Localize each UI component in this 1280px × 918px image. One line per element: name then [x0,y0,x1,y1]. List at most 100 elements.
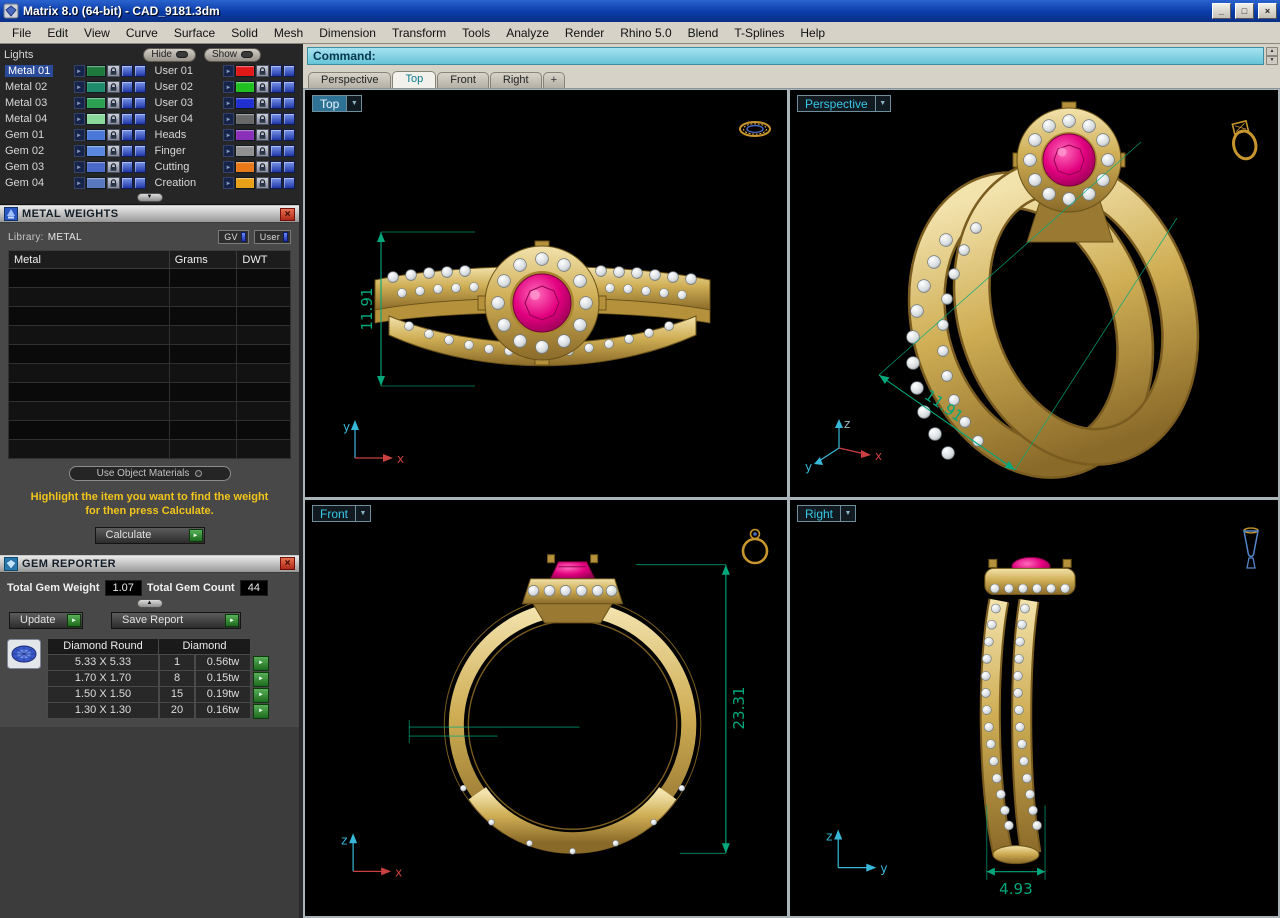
layer-expand-arrow-icon[interactable]: ► [223,65,234,77]
layer-expand-arrow-icon[interactable]: ► [223,129,234,141]
close-icon[interactable]: × [280,207,295,221]
chevron-down-icon[interactable]: ▼ [875,95,891,112]
layer-expand-arrow-icon[interactable]: ► [73,129,85,141]
update-button[interactable]: Update ► [9,611,83,629]
menu-item-surface[interactable]: Surface [166,24,223,42]
maximize-button[interactable]: □ [1235,3,1254,19]
command-input[interactable]: Command: [307,47,1264,65]
layer-color-swatch[interactable] [235,177,255,189]
menu-item-render[interactable]: Render [557,24,612,42]
gem-column-diamond[interactable]: Diamond [159,637,251,655]
menu-item-mesh[interactable]: Mesh [266,24,311,42]
metal-table-row[interactable] [8,420,291,440]
collapse-arrow-icon[interactable]: ▼ [136,193,163,202]
column-header-dwt[interactable]: DWT [236,250,291,269]
layer-visibility-toggle[interactable] [270,113,282,125]
layer-label[interactable]: Metal 04 [5,113,47,125]
layer-heads[interactable]: Heads ► [150,127,300,143]
layer-label[interactable]: Gem 02 [5,145,44,157]
layer-metal-03[interactable]: Metal 03 ► [0,95,150,111]
layer-visibility-toggle[interactable] [270,145,282,157]
tab-perspective[interactable]: Perspective [308,72,392,88]
viewport-perspective[interactable]: Perspective ▼ 11.91 z y x [790,90,1278,497]
hide-button[interactable]: Hide [143,47,196,62]
layer-lock-icon[interactable] [106,161,120,173]
layer-user-01[interactable]: User 01 ► [150,63,300,79]
layer-color-swatch[interactable] [85,81,106,93]
layer-visibility-toggle[interactable] [270,97,282,109]
layer-render-toggle[interactable] [133,177,146,189]
minimize-button[interactable]: _ [1212,3,1231,19]
layer-visibility-toggle[interactable] [270,129,282,141]
gem-table-row[interactable]: 1.30 X 1.30 20 0.16tw ► [47,702,269,719]
collapse-arrow-icon[interactable]: ▲ [136,598,163,608]
layer-color-swatch[interactable] [85,129,106,141]
viewport-title-top[interactable]: Top [312,95,348,112]
layer-expand-arrow-icon[interactable]: ► [73,97,85,109]
tab-right[interactable]: Right [489,72,542,88]
layer-lock-icon[interactable] [256,113,269,125]
metal-table-row[interactable] [8,363,291,383]
layer-gem-01[interactable]: Gem 01 ► [0,127,150,143]
layer-expand-arrow-icon[interactable]: ► [73,81,85,93]
menu-item-t-splines[interactable]: T-Splines [726,24,792,42]
layer-color-swatch[interactable] [85,65,106,77]
viewport-title-front[interactable]: Front [312,505,357,522]
layer-expand-arrow-icon[interactable]: ► [73,65,85,77]
viewport-front-canvas[interactable]: 23.31 z x [305,500,787,916]
layer-render-toggle[interactable] [283,113,295,125]
layer-metal-02[interactable]: Metal 02 ► [0,79,150,95]
viewport-right[interactable]: Right ▼ 4.93 z y [790,500,1278,916]
layer-cutting[interactable]: Cutting ► [150,159,300,175]
chevron-down-icon[interactable]: ▼ [841,505,857,522]
layer-label[interactable]: Cutting [155,161,190,173]
layer-color-swatch[interactable] [235,97,255,109]
menu-item-edit[interactable]: Edit [39,24,76,42]
layer-color-swatch[interactable] [235,65,255,77]
scroll-down-icon[interactable]: ▼ [1266,56,1278,65]
tab-top[interactable]: Top [392,71,437,88]
layer-label[interactable]: Heads [155,129,187,141]
layer-lock-icon[interactable] [106,81,120,93]
gem-row-go-button[interactable]: ► [253,655,269,671]
layer-gem-02[interactable]: Gem 02 ► [0,143,150,159]
layer-color-swatch[interactable] [85,145,106,157]
metal-table-row[interactable] [8,306,291,326]
layer-expand-arrow-icon[interactable]: ► [73,113,85,125]
viewport-title-right[interactable]: Right [797,505,842,522]
viewport-top[interactable]: Top ▼ 11.91 y x [305,90,787,497]
metal-table-row[interactable] [8,439,291,459]
layer-label[interactable]: Gem 04 [5,177,44,189]
layer-render-toggle[interactable] [283,177,295,189]
tab-add[interactable]: + [542,72,566,88]
layer-color-swatch[interactable] [85,177,106,189]
layer-render-toggle[interactable] [283,97,295,109]
layer-user-03[interactable]: User 03 ► [150,95,300,111]
layer-color-swatch[interactable] [85,113,106,125]
gem-table-row[interactable]: 1.70 X 1.70 8 0.15tw ► [47,670,269,687]
layer-finger[interactable]: Finger ► [150,143,300,159]
layer-visibility-toggle[interactable] [270,81,282,93]
layer-expand-arrow-icon[interactable]: ► [223,161,234,173]
menu-item-blend[interactable]: Blend [680,24,727,42]
layer-color-swatch[interactable] [235,81,255,93]
layer-lock-icon[interactable] [256,129,269,141]
layer-lock-icon[interactable] [106,113,120,125]
layer-visibility-toggle[interactable] [120,97,133,109]
layer-label[interactable]: Finger [155,145,186,157]
layer-label[interactable]: User 03 [155,97,194,109]
layer-lock-icon[interactable] [256,161,269,173]
layer-render-toggle[interactable] [133,65,146,77]
layer-expand-arrow-icon[interactable]: ► [223,81,234,93]
layer-visibility-toggle[interactable] [270,65,282,77]
layer-color-swatch[interactable] [85,161,106,173]
layer-render-toggle[interactable] [283,65,295,77]
layer-visibility-toggle[interactable] [120,81,133,93]
menu-item-curve[interactable]: Curve [118,24,166,42]
scroll-up-icon[interactable]: ▲ [1266,47,1278,56]
layer-label[interactable]: Metal 02 [5,81,47,93]
layer-label[interactable]: User 01 [155,65,194,77]
user-button[interactable]: User [253,230,291,244]
column-header-grams[interactable]: Grams [168,250,238,269]
layer-user-02[interactable]: User 02 ► [150,79,300,95]
